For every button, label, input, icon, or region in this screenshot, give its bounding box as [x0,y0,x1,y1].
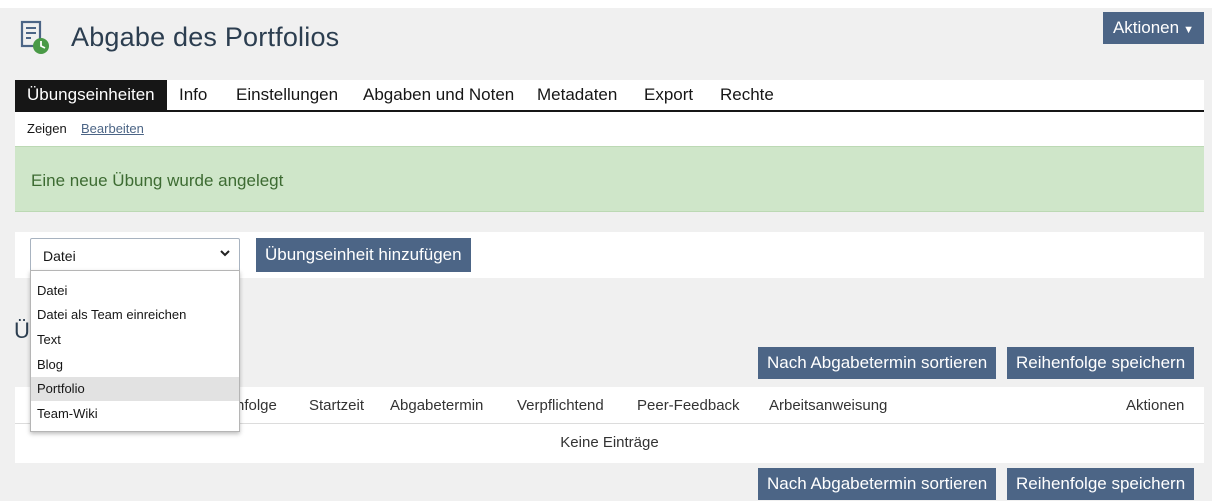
tab-rechte[interactable]: Rechte [720,80,774,110]
column-header: nfolge [236,397,277,414]
sort-by-deadline-button-top[interactable]: Nach Abgabetermin sortieren [758,347,997,379]
column-header: Aktionen [1126,397,1185,414]
top-strip [0,0,1212,8]
select-option-blog[interactable]: Blog [31,353,239,377]
select-option-text[interactable]: Text [31,328,239,352]
page-title: Abgabe des Portfolios [71,22,340,52]
select-value: Datei [43,248,76,264]
section-heading: Ü [14,318,30,343]
page: Abgabe des Portfolios Aktionen ▼ Übungsei… [15,8,1204,278]
caret-down-icon: ▼ [1183,24,1194,36]
exercise-icon [20,20,50,56]
subtab-bearbeiten[interactable]: Bearbeiten [81,121,144,136]
select-option-datei-als-team[interactable]: Datei als Team einreichen [31,303,239,327]
select-option-datei[interactable]: Datei [31,279,239,303]
sub-tabs: Zeigen Bearbeiten [15,112,1204,146]
select-option-portfolio[interactable]: Portfolio [31,377,239,401]
save-order-button-bottom[interactable]: Reihenfolge speichern [1007,468,1195,500]
tab-metadaten[interactable]: Metadaten [537,80,617,110]
actions-dropdown-button[interactable]: Aktionen ▼ [1102,12,1204,44]
column-header: Peer-Feedback [637,397,740,414]
sort-by-deadline-button-bottom[interactable]: Nach Abgabetermin sortieren [758,468,997,500]
title-row: Abgabe des Portfolios Aktionen ▼ [15,8,1204,70]
type-select-dropdown: Datei Datei als Team einreichen Text Blo… [30,270,240,432]
column-header: Startzeit [309,397,365,414]
column-header: Arbeitsanweisung [769,397,888,414]
subtab-zeigen[interactable]: Zeigen [27,121,67,136]
empty-table-message: Keine Einträge [560,434,659,451]
main-tabs: Übungseinheiten Info Einstellungen Abgab… [15,80,1204,112]
chevron-down-icon [219,247,231,262]
type-select[interactable]: Datei [30,238,240,272]
tab-export[interactable]: Export [644,80,693,110]
tab-uebungseinheiten[interactable]: Übungseinheiten [15,80,167,110]
tab-info[interactable]: Info [179,80,207,110]
select-option-team-wiki[interactable]: Team-Wiki [31,402,239,426]
tab-abgaben-und-noten[interactable]: Abgaben und Noten [363,80,514,110]
alert-message: Eine neue Übung wurde angelegt [31,171,284,190]
tab-einstellungen[interactable]: Einstellungen [236,80,338,110]
column-header: Verpflichtend [517,397,604,414]
actions-label: Aktionen [1112,18,1180,37]
column-header: Abgabetermin [390,397,484,414]
save-order-button-top[interactable]: Reihenfolge speichern [1007,347,1195,379]
add-exercise-unit-button[interactable]: Übungseinheit hinzufügen [256,238,471,272]
success-alert: Eine neue Übung wurde angelegt [15,146,1204,212]
